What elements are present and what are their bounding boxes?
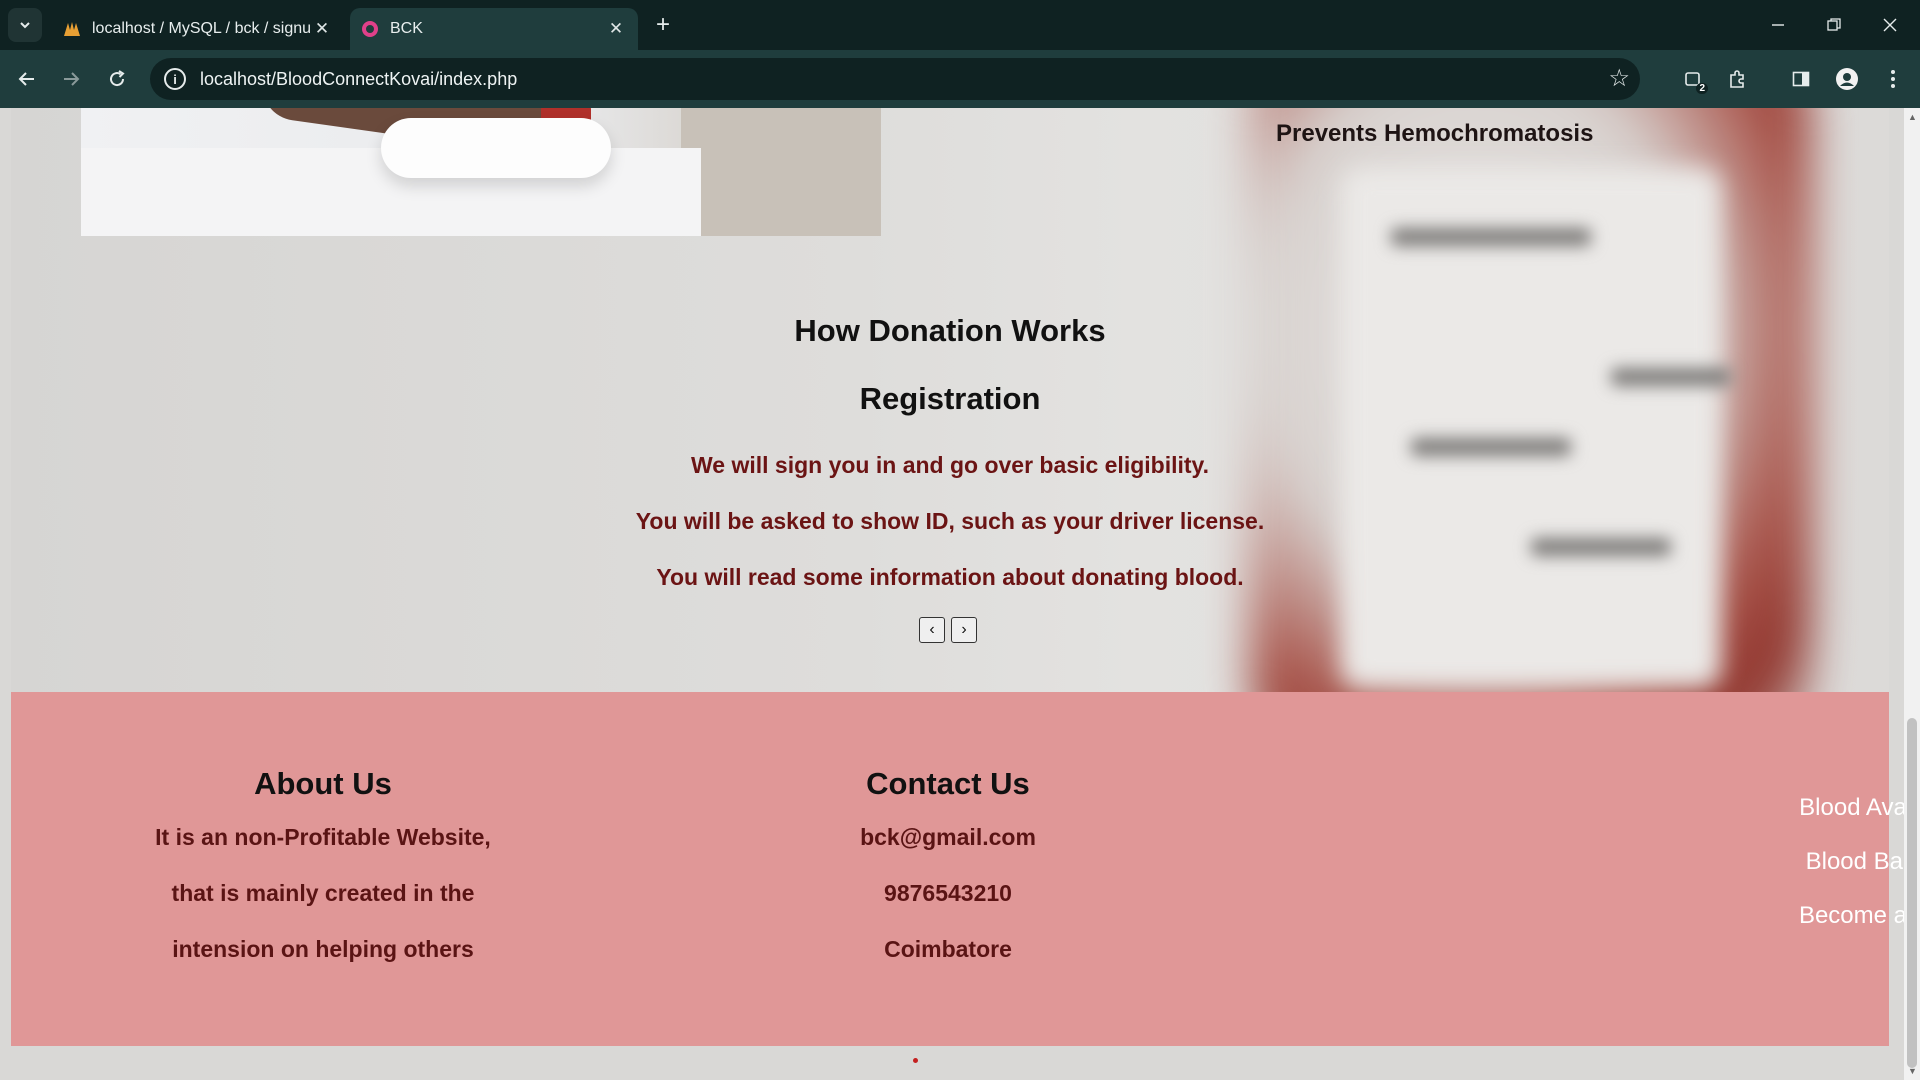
side-panel-icon — [1792, 71, 1810, 87]
arrow-right-icon — [64, 72, 80, 86]
url-text[interactable]: localhost/BloodConnectKovai/index.php — [200, 69, 517, 90]
blurred-detail — [1531, 538, 1671, 556]
arrow-left-icon — [18, 72, 34, 86]
how-donation-works-heading: How Donation Works — [794, 313, 1106, 348]
contact-us-column: Contact Us bck@gmail.com 9876543210 Coim… — [635, 692, 1261, 1046]
browser-toolbar: i localhost/BloodConnectKovai/index.php … — [0, 50, 1920, 108]
step-title: Registration — [859, 381, 1041, 416]
extension-badge: 2 — [1696, 83, 1708, 94]
puzzle-icon — [1730, 70, 1744, 88]
site-info-icon[interactable]: i — [164, 68, 186, 90]
about-us-line: intension on helping others — [172, 936, 474, 962]
indicator-dot — [913, 1058, 918, 1063]
tab-label: localhost / MySQL / bck / signu — [92, 20, 310, 37]
tab-search-menu-button[interactable] — [8, 8, 42, 42]
hero-section: Prevents Hemochromatosis How Donation Wo… — [11, 108, 1889, 692]
scrollbar-thumb[interactable] — [1907, 718, 1917, 1068]
about-us-line: It is an non-Profitable Website, — [155, 824, 491, 850]
back-button[interactable] — [10, 62, 44, 96]
site-favicon-icon — [360, 19, 380, 39]
restore-button[interactable] — [1806, 0, 1862, 50]
blood-availability-link[interactable]: Blood Availability — [1575, 794, 1904, 822]
browser-tab-bar: localhost / MySQL / bck / signu ✕ BCK ✕ … — [0, 0, 1920, 50]
carousel-prev-button[interactable]: ‹ — [919, 617, 945, 643]
contact-email: bck@gmail.com — [860, 824, 1036, 850]
photo-shirt — [681, 108, 881, 236]
kebab-menu-icon — [1891, 70, 1895, 88]
close-icon[interactable]: ✕ — [310, 19, 334, 39]
minimize-button[interactable] — [1750, 0, 1806, 50]
contact-us-heading: Contact Us — [866, 766, 1030, 801]
side-panel-button[interactable] — [1784, 62, 1818, 96]
minimize-icon — [1772, 24, 1784, 26]
avatar-icon — [1836, 68, 1858, 90]
blood-bag-label-background — [1341, 168, 1721, 688]
reload-button[interactable] — [100, 62, 134, 96]
extensions-button[interactable] — [1720, 62, 1754, 96]
benefit-text: Prevents Hemochromatosis — [1276, 120, 1594, 147]
page-viewport: Prevents Hemochromatosis How Donation Wo… — [0, 108, 1904, 1080]
donation-photo — [81, 108, 881, 236]
carousel-next-button[interactable]: › — [951, 617, 977, 643]
phpmyadmin-icon — [62, 19, 82, 39]
reload-icon — [110, 70, 125, 87]
downloads-button[interactable]: 2 — [1676, 62, 1710, 96]
about-us-heading: About Us — [254, 766, 392, 801]
bookmark-star-icon[interactable]: ☆ — [1608, 64, 1630, 93]
blurred-detail — [1391, 228, 1591, 246]
close-icon — [1883, 18, 1897, 32]
forward-button[interactable] — [54, 62, 88, 96]
blood-bank-list-link[interactable]: Blood Bank List — [1575, 848, 1904, 876]
new-tab-button[interactable]: + — [648, 10, 678, 40]
become-a-donor-link[interactable]: Become a Donor — [1575, 902, 1904, 930]
tab-phpmyadmin[interactable]: localhost / MySQL / bck / signu ✕ — [52, 8, 344, 50]
page-scrollbar[interactable]: ▲ ▼ — [1904, 108, 1920, 1080]
close-icon[interactable]: ✕ — [604, 19, 628, 39]
chevron-left-icon: ‹ — [929, 621, 935, 638]
window-close-button[interactable] — [1862, 0, 1918, 50]
footer-links-column: Blood Availability Blood Bank List Becom… — [1261, 692, 1904, 1046]
tab-label: BCK — [390, 20, 423, 37]
step-line: We will sign you in and go over basic el… — [690, 452, 1210, 478]
chevron-right-icon: › — [961, 621, 967, 638]
address-bar[interactable]: i localhost/BloodConnectKovai/index.php … — [150, 58, 1640, 100]
profile-button[interactable] — [1830, 62, 1864, 96]
about-us-column: About Us It is an non-Profitable Website… — [11, 692, 635, 1046]
restore-icon — [1827, 18, 1841, 31]
photo-towel — [381, 118, 611, 178]
step-line: You will be asked to show ID, such as yo… — [635, 508, 1265, 534]
tab-bck[interactable]: BCK ✕ — [350, 8, 638, 50]
browser-menu-button[interactable] — [1876, 62, 1910, 96]
chevron-down-icon — [20, 22, 30, 29]
scroll-down-arrow-icon[interactable]: ▼ — [1908, 1066, 1917, 1076]
step-line: You will read some information about don… — [656, 564, 1244, 590]
contact-phone: 9876543210 — [884, 880, 1012, 906]
contact-location: Coimbatore — [884, 936, 1012, 962]
site-footer: About Us It is an non-Profitable Website… — [11, 692, 1904, 1046]
about-us-line: that is mainly created in the — [171, 880, 475, 906]
scroll-up-arrow-icon[interactable]: ▲ — [1908, 112, 1917, 122]
